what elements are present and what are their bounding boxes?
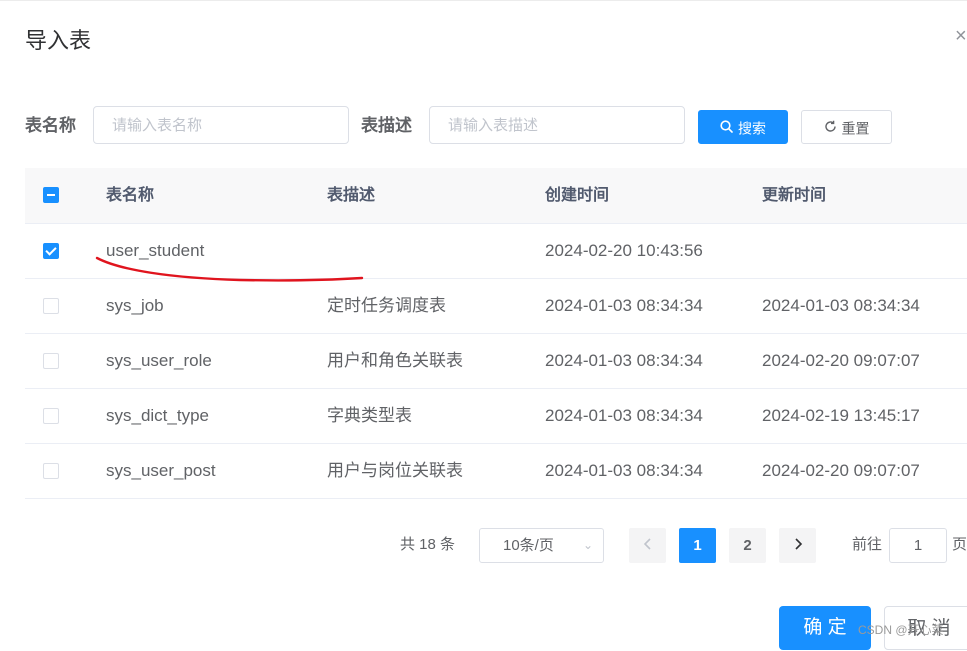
watermark: CSDN @开心菜 [858,623,944,637]
cell-created-time: 2024-01-03 08:34:34 [545,461,703,480]
row-checkbox[interactable] [43,463,59,479]
tables-list: 表名称 表描述 创建时间 更新时间 user_student 2024-02-20… [25,168,967,499]
goto-label: 前往 [852,536,883,553]
column-header-created: 创建时间 [545,187,610,204]
cell-created-time: 2024-01-03 08:34:34 [545,351,703,370]
chevron-right-icon [794,538,802,550]
cell-table-name: sys_dict_type [106,406,209,425]
search-icon [720,112,733,144]
search-button-label: 搜索 [738,120,766,137]
row-checkbox[interactable] [43,353,59,369]
cell-updated-time: 2024-02-20 09:07:07 [762,351,920,370]
next-page-button[interactable] [779,528,816,563]
close-icon[interactable]: × [955,24,967,48]
cell-table-name: sys_user_role [106,351,212,370]
dialog-title: 导入表 [25,28,92,53]
cell-table-name: sys_job [106,296,164,315]
row-checkbox[interactable] [43,408,59,424]
cell-table-name: sys_user_post [106,461,216,480]
cell-table-description: 字典类型表 [327,406,412,425]
table-body: user_student 2024-02-20 10:43:56 sys_job 定时… [25,224,967,499]
cell-updated-time: 2024-02-20 09:07:07 [762,461,920,480]
column-header-description: 表描述 [327,187,376,204]
reset-button-label: 重置 [841,120,870,137]
cell-created-time: 2024-02-20 10:43:56 [545,241,703,260]
goto-suffix: 页 [952,536,967,553]
table-row[interactable]: user_student 2024-02-20 10:43:56 [25,224,967,279]
chevron-down-icon: ⌄ [582,538,593,552]
cell-table-description: 用户和角色关联表 [327,351,463,370]
chevron-left-icon [643,538,651,550]
table-header: 表名称 表描述 创建时间 更新时间 [25,168,967,224]
table-row[interactable]: sys_user_post 用户与岗位关联表 2024-01-03 08:34:34… [25,444,967,499]
dialog-top-border [0,0,967,1]
page-2-button[interactable]: 2 [729,528,766,563]
column-header-updated: 更新时间 [762,187,827,204]
cell-updated-time: 2024-01-03 08:34:34 [762,296,920,315]
table-desc-input[interactable] [429,106,685,144]
cell-created-time: 2024-01-03 08:34:34 [545,406,703,425]
cell-created-time: 2024-01-03 08:34:34 [545,296,703,315]
search-button[interactable]: 搜索 [698,110,788,144]
import-table-dialog: 导入表 × 表名称 表描述 搜索 重置 表名称 表描述 创建时间 更新时间 us… [0,0,967,650]
refresh-icon [824,112,837,144]
cell-table-name: user_student [106,241,205,260]
column-header-name: 表名称 [106,187,155,204]
table-name-label: 表名称 [25,116,76,135]
table-desc-label: 表描述 [361,116,412,135]
row-checkbox[interactable] [43,243,59,259]
reset-button[interactable]: 重置 [801,110,892,144]
goto-page-input[interactable]: 1 [889,528,947,563]
cell-updated-time: 2024-02-19 13:45:17 [762,406,920,425]
page-size-select[interactable]: 10条/页 ⌄ [479,528,604,563]
row-checkbox[interactable] [43,298,59,314]
table-row[interactable]: sys_job 定时任务调度表 2024-01-03 08:34:34 2024-01… [25,279,967,334]
page-1-button[interactable]: 1 [679,528,716,563]
table-row[interactable]: sys_dict_type 字典类型表 2024-01-03 08:34:34 202… [25,389,967,444]
select-all-checkbox[interactable] [43,187,59,203]
table-row[interactable]: sys_user_role 用户和角色关联表 2024-01-03 08:34:34… [25,334,967,389]
prev-page-button[interactable] [629,528,666,563]
page-size-value: 10条/页 [503,537,554,554]
cell-table-description: 用户与岗位关联表 [327,461,463,480]
cell-table-description: 定时任务调度表 [327,296,446,315]
pagination-total: 共 18 条 [400,536,456,553]
table-name-input[interactable] [93,106,349,144]
